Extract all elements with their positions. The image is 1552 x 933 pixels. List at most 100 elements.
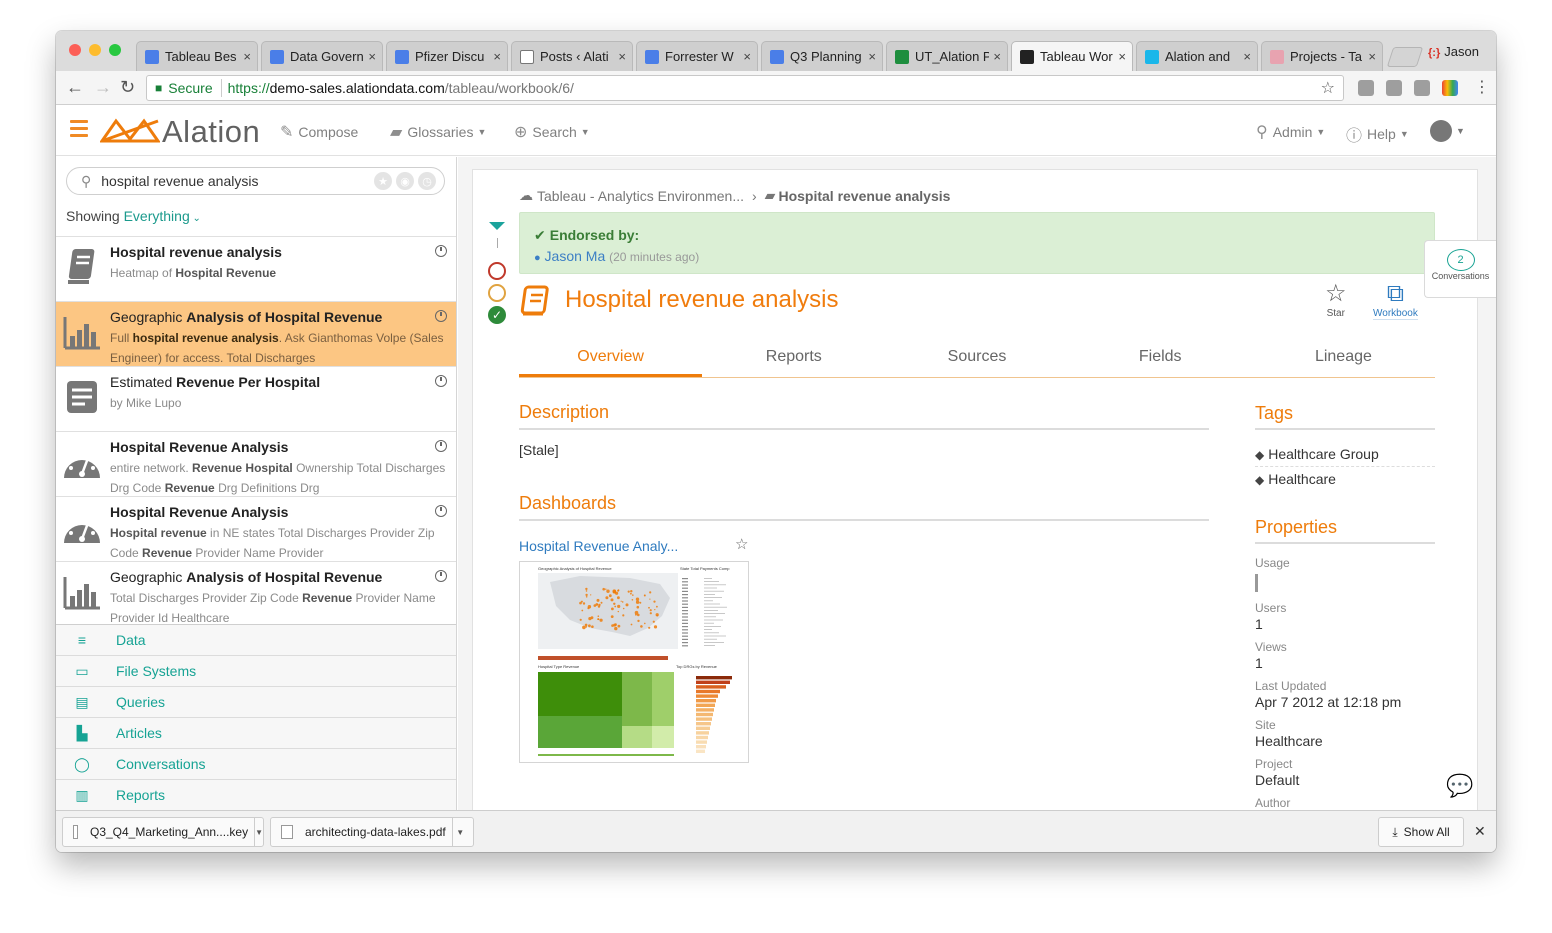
nav-admin[interactable]: ⚲ Admin ▼ [1256,122,1325,142]
caret-down-icon[interactable]: ▼ [1456,126,1465,136]
tag-healthcare-group[interactable]: ◆ Healthcare Group [1255,446,1435,467]
description-text[interactable]: [Stale] [519,442,559,458]
dashboard-link[interactable]: Hospital Revenue Analy... [519,538,678,554]
clock-filter-icon[interactable]: ◷ [418,172,436,190]
download-item[interactable]: Q3_Q4_Marketing_Ann....key ▼ [62,817,264,847]
result-title[interactable]: Geographic Analysis of Hospital Revenue [110,569,430,585]
breadcrumb-parent[interactable]: Tableau - Analytics Environmen... [537,188,744,204]
nav-compose[interactable]: ✎ Compose [280,122,358,142]
expand-arrow-icon[interactable] [489,222,505,230]
tab-sources[interactable]: Sources [885,342,1068,377]
tab-overview[interactable]: Overview [519,342,703,377]
browser-tab[interactable]: Forrester W × [636,41,758,71]
browser-tab[interactable]: Pfizer Discu × [386,41,508,71]
showing-filter[interactable]: Showing Everything ⌄ [66,208,201,224]
tab-close-icon[interactable]: × [743,49,751,64]
tag-healthcare[interactable]: ◆ Healthcare [1255,471,1435,487]
search-result-item[interactable]: Estimated Revenue Per Hospital by Mike Lu… [56,367,456,432]
nav-help[interactable]: ⓘ Help ▼ [1346,122,1409,146]
browser-tab[interactable]: Q3 Planning × [761,41,883,71]
menu-kebab-icon[interactable]: ⋮ [1474,77,1490,97]
profile-button[interactable]: {:} Jason [1428,44,1479,59]
show-all-button[interactable]: ⤓ Show All [1378,817,1464,847]
result-title[interactable]: Estimated Revenue Per Hospital [110,374,430,390]
project-label: Project [1255,757,1293,771]
conversations-tab[interactable]: 2 Conversations [1424,240,1496,298]
search-result-item[interactable]: Geographic Analysis of Hospital Revenue T… [56,562,456,624]
result-title[interactable]: Hospital Revenue Analysis [110,504,430,520]
browser-tab[interactable]: Tableau Wor × [1011,41,1133,71]
result-title[interactable]: Hospital revenue analysis [110,244,430,260]
tab-close-icon[interactable]: × [1243,49,1251,64]
search-result-item[interactable]: Hospital revenue analysis Heatmap of Hosp… [56,237,456,302]
reload-icon[interactable]: ↻ [120,77,135,98]
drive-extension-icon[interactable] [1358,80,1374,96]
category-reports[interactable]: ▥ Reports [56,780,456,811]
nav-glossaries[interactable]: ▰ Glossaries ▼ [390,122,486,142]
chat-bubbles-icon[interactable]: 💬 [1446,773,1473,799]
skype-extension-icon[interactable] [1414,80,1430,96]
star-button[interactable]: ☆ Star [1325,280,1347,319]
result-title[interactable]: Geographic Analysis of Hospital Revenue [110,309,430,325]
tab-close-icon[interactable]: × [1118,49,1126,64]
search-result-item[interactable]: Hospital Revenue Analysis Hospital revenu… [56,497,456,562]
close-icon[interactable]: ✕ [1474,823,1486,840]
color-extension-icon[interactable] [1442,80,1458,96]
chevron-down-icon[interactable]: ▼ [254,818,263,846]
download-item[interactable]: architecting-data-lakes.pdf ▼ [270,817,474,847]
nav-search[interactable]: ⊕ Search ▼ [514,122,590,142]
open-workbook-button[interactable]: ⧉ Workbook [1373,280,1418,320]
tab-reports[interactable]: Reports [702,342,885,377]
bookmark-star-icon[interactable]: ☆ [1321,78,1335,98]
eye-filter-icon[interactable]: ◉ [396,172,414,190]
search-result-item[interactable]: Hospital Revenue Analysis entire network.… [56,432,456,497]
hamburger-menu-icon[interactable] [70,120,88,141]
tab-close-icon[interactable]: × [1368,49,1376,64]
endorser-link[interactable]: Jason Ma [545,248,606,264]
result-title[interactable]: Hospital Revenue Analysis [110,439,430,455]
tab-close-icon[interactable]: × [368,49,376,64]
new-tab-button[interactable] [1386,47,1424,67]
alation-logo-icon[interactable] [100,117,160,145]
zoom-window-button[interactable] [109,44,121,56]
browser-tab[interactable]: Projects - Ta × [1261,41,1383,71]
warning-flag-icon[interactable] [488,284,506,302]
search-input[interactable]: ⚲ hospital revenue analysis ★ ◉ ◷ [66,167,445,195]
tab-fields[interactable]: Fields [1069,342,1252,377]
endorsed-check-icon[interactable]: ✓ [488,306,506,324]
deprecated-flag-icon[interactable] [488,262,506,280]
category-data[interactable]: ≡ Data [56,625,456,656]
browser-tab[interactable]: Posts ‹ Alati × [511,41,633,71]
category-articles[interactable]: ▙ Articles [56,718,456,749]
close-window-button[interactable] [69,44,81,56]
user-avatar[interactable] [1430,120,1452,142]
project-value[interactable]: Default [1255,772,1299,788]
logo-text[interactable]: Alation [162,114,260,150]
tab-lineage[interactable]: Lineage [1252,342,1435,377]
scope-dropdown[interactable]: Everything [124,208,190,224]
tab-close-icon[interactable]: × [618,49,626,64]
chevron-down-icon[interactable]: ▼ [451,818,468,846]
back-arrow-icon[interactable]: ← [66,77,84,98]
star-icon[interactable]: ☆ [735,535,748,553]
tab-close-icon[interactable]: × [493,49,501,64]
site-value[interactable]: Healthcare [1255,733,1323,749]
browser-tab[interactable]: Data Govern × [261,41,383,71]
pocket-extension-icon[interactable] [1386,80,1402,96]
minimize-window-button[interactable] [89,44,101,56]
category-conversations[interactable]: ◯ Conversations [56,749,456,780]
tab-close-icon[interactable]: × [993,49,1001,64]
category-queries[interactable]: ▤ Queries [56,687,456,718]
star-filter-icon[interactable]: ★ [374,172,392,190]
dashboard-thumbnail[interactable]: Geographic Analysis of Hospital Revenue … [519,561,749,763]
search-result-item[interactable]: Geographic Analysis of Hospital Revenue F… [56,302,456,367]
browser-tab[interactable]: Tableau Bes × [136,41,258,71]
browser-tab[interactable]: Alation and × [1136,41,1258,71]
browser-tab[interactable]: UT_Alation P × [886,41,1008,71]
forward-arrow-icon[interactable]: → [94,77,112,98]
category-file-systems[interactable]: ▭ File Systems [56,656,456,687]
tab-close-icon[interactable]: × [243,49,251,64]
address-bar[interactable]: ■ Secure https://demo-sales.alationdata.… [146,75,1344,101]
tab-close-icon[interactable]: × [868,49,876,64]
dashboard-icon [62,440,102,480]
